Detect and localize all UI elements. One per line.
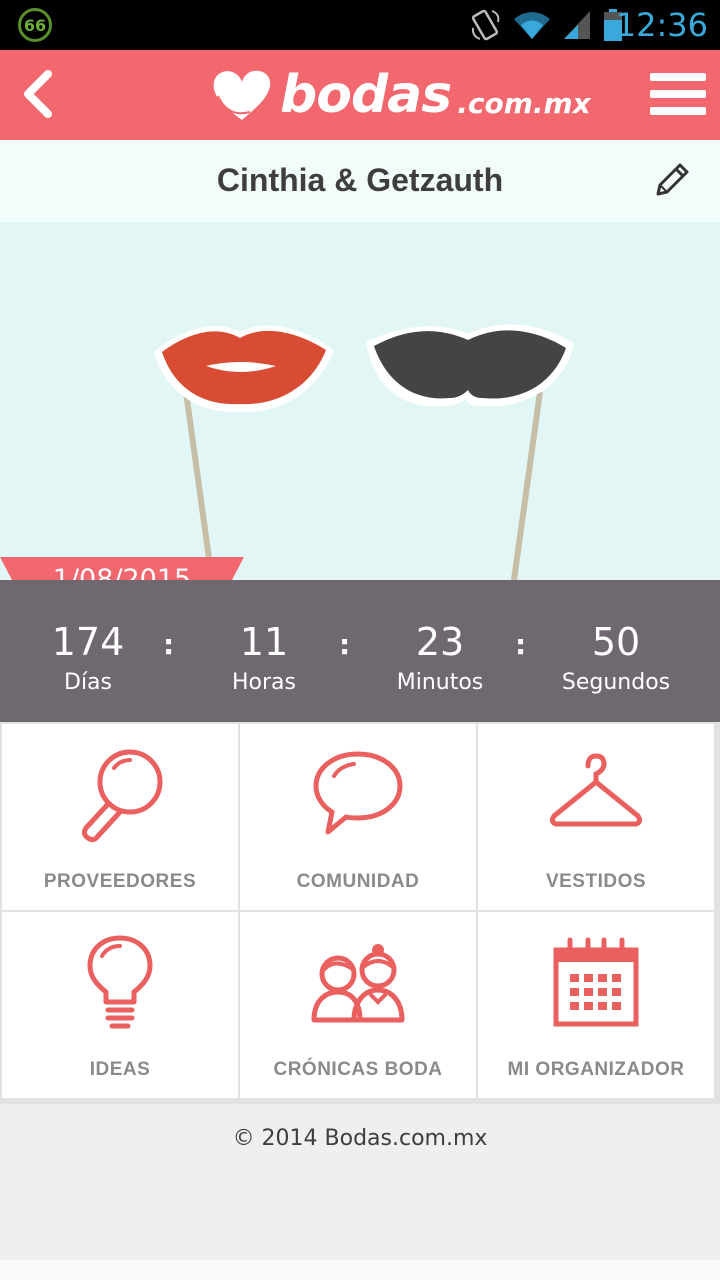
hamburger-menu-icon-line: [650, 73, 706, 81]
couple-header: Cinthia & Getzauth: [0, 140, 720, 222]
tile-ideas[interactable]: IDEAS: [2, 912, 238, 1098]
tile-label: CRÓNICAS BODA: [273, 1059, 443, 1080]
footer: © 2014 Bodas.com.mx: [0, 1104, 720, 1260]
mustache-stick: [511, 391, 543, 580]
days-value: 174: [51, 620, 125, 664]
brand-logo[interactable]: bodas .com.mx: [210, 58, 591, 132]
chevron-left-icon: [24, 70, 52, 118]
back-button[interactable]: [14, 62, 62, 126]
tile-comunidad[interactable]: COMUNIDAD: [240, 724, 476, 910]
tile-proveedores[interactable]: PROVEEDORES: [2, 724, 238, 910]
edit-button[interactable]: [650, 158, 694, 202]
tile-label: VESTIDOS: [545, 871, 647, 892]
logo-suffix: .com.mx: [457, 86, 591, 120]
countdown-hours: 11 Horas: [184, 620, 344, 695]
clock: 12:36: [615, 6, 708, 44]
countdown-separator: :: [339, 628, 351, 661]
app-bar: bodas .com.mx: [0, 50, 720, 140]
logo-text: bodas: [280, 65, 452, 125]
tile-label: COMUNIDAD: [296, 871, 420, 892]
seconds-value: 50: [591, 620, 641, 664]
countdown-separator: :: [163, 628, 175, 661]
minutes-value: 23: [415, 620, 465, 664]
menu-grid: PROVEEDORES COMUNIDAD VESTIDOS IDEAS CRÓ…: [0, 722, 720, 1104]
seconds-label: Segundos: [561, 670, 671, 695]
minutes-label: Minutos: [396, 670, 484, 695]
hanger-icon: [549, 753, 643, 827]
hamburger-menu-icon-line: [650, 107, 706, 115]
countdown-separator: :: [515, 628, 527, 661]
days-label: Días: [64, 670, 112, 695]
couple-icon: [311, 944, 405, 1023]
status-bar: 66 12:36: [0, 0, 720, 50]
couple-names: Cinthia & Getzauth: [216, 162, 504, 198]
countdown-seconds: 50 Segundos: [536, 620, 696, 695]
tile-label: IDEAS: [89, 1059, 151, 1080]
lightbulb-icon: [87, 935, 153, 1029]
tile-mi-organizador[interactable]: MI ORGANIZADOR: [478, 912, 714, 1098]
lips-prop: [154, 325, 334, 413]
mustache-prop: [366, 324, 574, 407]
signal-icon: [564, 11, 590, 39]
heart-logo-icon: [213, 70, 271, 120]
status-icons: [470, 8, 624, 42]
hamburger-menu-icon-line: [650, 90, 706, 98]
hours-value: 11: [239, 620, 289, 664]
notification-count: 66: [23, 15, 47, 35]
tile-label: MI ORGANIZADOR: [507, 1059, 685, 1080]
tile-cronicas-boda[interactable]: CRÓNICAS BODA: [240, 912, 476, 1098]
bottom-strip: [0, 1260, 720, 1280]
hours-label: Horas: [232, 670, 296, 695]
pencil-icon: [656, 163, 689, 196]
tile-label: PROVEEDORES: [43, 871, 197, 892]
speech-bubble-icon: [313, 751, 403, 835]
countdown-days: 174 Días: [8, 620, 168, 695]
rotate-icon: [471, 9, 500, 41]
hero-image: [0, 222, 720, 580]
lips-stick: [183, 391, 215, 580]
countdown-minutes: 23 Minutos: [360, 620, 520, 695]
lips-mustache-illustration: [154, 324, 574, 580]
calendar-icon: [553, 937, 639, 1027]
wifi-icon: [514, 12, 550, 39]
countdown-panel: 174 Días : 11 Horas : 23 Minutos : 50 Se…: [0, 580, 720, 722]
tile-vestidos[interactable]: VESTIDOS: [478, 724, 714, 910]
magnifier-icon: [81, 749, 163, 843]
menu-button[interactable]: [650, 66, 706, 122]
notification-badge: 66: [18, 8, 52, 42]
copyright: © 2014 Bodas.com.mx: [232, 1126, 488, 1151]
